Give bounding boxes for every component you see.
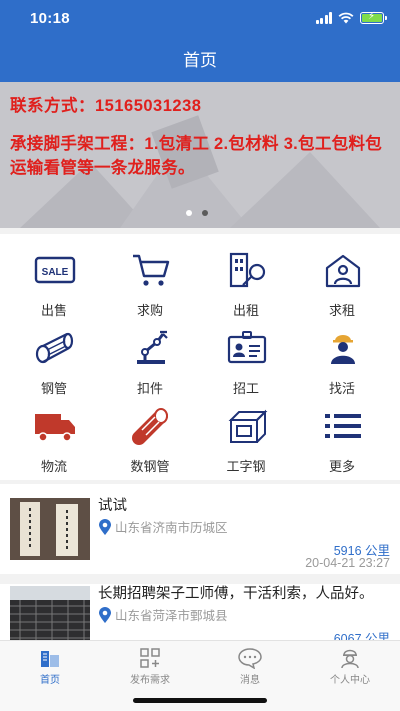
- grid-label: 求购: [136, 303, 163, 318]
- post-location: 山东省菏泽市鄄城县: [98, 605, 228, 624]
- message-bubble-icon: [238, 648, 262, 669]
- carousel-dots[interactable]: [186, 210, 208, 216]
- grid-item-sale[interactable]: SALE 出售: [4, 242, 104, 322]
- grid-label: 找活: [328, 381, 355, 396]
- grid-label: 工字钢: [226, 459, 266, 474]
- worker-icon: [331, 335, 355, 364]
- grid-item-recruit[interactable]: 招工: [196, 320, 296, 400]
- post-thumbnail: [10, 586, 90, 640]
- shopping-cart-icon: [133, 254, 170, 286]
- svg-text:SALE: SALE: [42, 267, 69, 278]
- grid-item-fastener[interactable]: 扣件: [100, 320, 200, 400]
- robot-arm-icon: [137, 330, 168, 364]
- publish-grid-icon: [140, 648, 160, 668]
- grid-label: 出租: [232, 303, 259, 318]
- grid-label: 出售: [40, 303, 67, 318]
- post-title: 试试: [98, 498, 127, 514]
- i-beam-icon: [228, 409, 268, 443]
- post-location: 山东省济南市历城区: [98, 517, 228, 536]
- location-pin-icon: [99, 606, 111, 623]
- home-indicator[interactable]: [133, 698, 267, 703]
- banner-description: 承接脚手架工程：1.包清工 2.包材料 3.包工包料包运输看管等一条龙服务。: [10, 135, 383, 177]
- list-item[interactable]: 试试 山东省济南市历城区 5916 公里 20-04-21 23:27: [0, 484, 400, 580]
- battery-icon: ⚡: [360, 11, 387, 24]
- status-bar: 10:18 ⚡: [0, 0, 400, 40]
- post-time: 20-04-21 23:27: [305, 556, 390, 570]
- tab-label: 个人中心: [330, 675, 370, 686]
- wifi-icon: [338, 12, 354, 24]
- post-title: 长期招聘架子工师傅，干活利索，人品好。: [98, 586, 374, 602]
- grid-item-steel-pipe[interactable]: 钢管: [4, 320, 104, 400]
- status-time: 10:18: [30, 10, 70, 27]
- post-list: 试试 山东省济南市历城区 5916 公里 20-04-21 23:27 长期招聘…: [0, 484, 400, 640]
- cellular-signal-icon: [315, 12, 332, 24]
- building-key-icon: [229, 252, 266, 288]
- grid-label: 扣件: [136, 381, 163, 396]
- top-header: 10:18 ⚡ 首页: [0, 0, 400, 82]
- status-icons: ⚡: [315, 11, 387, 24]
- pipe-count-icon: [132, 408, 168, 445]
- id-card-icon: [227, 331, 267, 364]
- grid-label: 招工: [232, 381, 259, 396]
- list-item[interactable]: 长期招聘架子工师傅，干活利索，人品好。 山东省菏泽市鄄城县 6067 公里: [0, 572, 400, 640]
- location-text: 山东省菏泽市鄄城县: [115, 609, 228, 623]
- grid-label: 钢管: [40, 381, 67, 396]
- tab-label: 发布需求: [130, 675, 170, 686]
- grid-label: 更多: [328, 459, 355, 474]
- banner-carousel[interactable]: 联系方式：15165031238 承接脚手架工程：1.包清工 2.包材料 3.包…: [0, 82, 400, 228]
- tab-label: 首页: [40, 675, 60, 686]
- tab-publish[interactable]: 发布需求: [100, 641, 200, 691]
- grid-item-more[interactable]: 更多: [292, 398, 392, 478]
- home-building-icon: [41, 651, 59, 667]
- tab-label: 消息: [240, 675, 260, 686]
- sale-tag-icon: SALE: [34, 256, 76, 284]
- grid-label: 数钢管: [130, 459, 170, 474]
- grid-label: 求租: [328, 303, 355, 318]
- category-grid: SALE 出售 求购 出租 求租 钢管 扣件 招工 找活 物流 数钢管 工字钢 …: [0, 234, 400, 480]
- tab-messages[interactable]: 消息: [200, 641, 300, 691]
- page-title: 首页: [183, 51, 217, 70]
- house-person-icon: [325, 254, 361, 288]
- post-distance: 6067 公里: [333, 632, 390, 640]
- steel-pipe-icon: [35, 332, 74, 364]
- grid-item-purchase[interactable]: 求购: [100, 242, 200, 322]
- more-list-icon: [325, 414, 361, 438]
- grid-item-rent-out[interactable]: 出租: [196, 242, 296, 322]
- banner-contact: 联系方式：15165031238: [10, 97, 202, 115]
- grid-label: 物流: [40, 459, 67, 474]
- tab-profile[interactable]: 个人中心: [300, 641, 400, 691]
- location-pin-icon: [99, 518, 111, 535]
- tab-home[interactable]: 首页: [0, 641, 100, 691]
- grid-item-count-pipes[interactable]: 数钢管: [100, 398, 200, 478]
- truck-icon: [35, 414, 75, 442]
- carousel-dot-2[interactable]: [202, 210, 208, 216]
- grid-item-find-work[interactable]: 找活: [292, 320, 392, 400]
- grid-item-rent-in[interactable]: 求租: [292, 242, 392, 322]
- carousel-dot-1[interactable]: [186, 210, 192, 216]
- grid-item-logistics[interactable]: 物流: [4, 398, 104, 478]
- profile-icon: [341, 649, 359, 669]
- location-text: 山东省济南市历城区: [115, 521, 228, 535]
- post-thumbnail: [10, 498, 90, 560]
- grid-item-i-beam[interactable]: 工字钢: [196, 398, 296, 478]
